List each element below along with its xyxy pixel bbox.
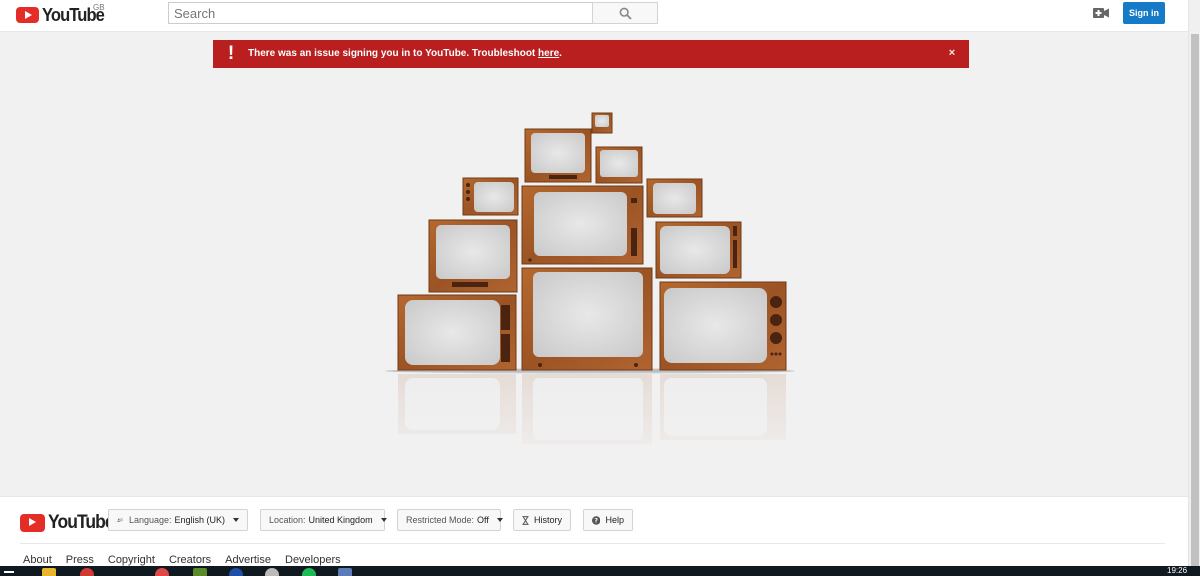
app-icon[interactable] bbox=[265, 568, 279, 576]
history-label: History bbox=[533, 515, 562, 525]
tv-left-small bbox=[462, 177, 519, 216]
location-label: Location: bbox=[269, 515, 306, 525]
tv-right-small bbox=[646, 178, 703, 218]
language-icon: ? bbox=[117, 518, 123, 522]
footer-link-advertise[interactable]: Advertise bbox=[225, 554, 271, 566]
play-icon bbox=[20, 514, 45, 532]
language-label: Language: bbox=[128, 515, 172, 525]
footer-divider bbox=[20, 543, 1165, 544]
language-picker[interactable]: ? Language: English (UK) bbox=[108, 509, 248, 531]
app-icon[interactable] bbox=[338, 568, 352, 576]
help-label: Help bbox=[605, 515, 624, 525]
footer-logo-text: YouTube bbox=[48, 512, 115, 533]
chrome-icon[interactable] bbox=[80, 568, 94, 576]
alert-message: There was an issue signing you in to You… bbox=[248, 48, 562, 59]
svg-text:?: ? bbox=[594, 517, 598, 524]
footer-youtube-logo[interactable]: YouTube bbox=[20, 512, 119, 534]
footer-link-press[interactable]: Press bbox=[66, 554, 94, 566]
restricted-mode-picker[interactable]: Restricted Mode: Off bbox=[397, 509, 503, 531]
alert-message-start: There was an issue signing you in to You… bbox=[248, 48, 539, 59]
search-button[interactable] bbox=[592, 2, 658, 24]
footer-links: About Press Copyright Creators Advertise… bbox=[23, 554, 355, 566]
masthead: YouTube GB Sign in bbox=[0, 0, 1188, 32]
svg-text:?: ? bbox=[121, 519, 122, 521]
close-icon[interactable]: × bbox=[946, 47, 958, 59]
location-value: United Kingdom bbox=[308, 515, 373, 525]
folder-icon[interactable] bbox=[42, 568, 56, 576]
history-button[interactable]: History bbox=[513, 509, 571, 531]
app-icon[interactable] bbox=[193, 568, 207, 576]
spotify-icon[interactable] bbox=[302, 568, 316, 576]
footer-link-about[interactable]: About bbox=[23, 554, 52, 566]
play-icon bbox=[16, 7, 39, 23]
footer-link-copyright[interactable]: Copyright bbox=[108, 554, 155, 566]
chevron-down-icon bbox=[496, 518, 503, 522]
region-code: GB bbox=[93, 3, 105, 12]
chevron-down-icon bbox=[380, 518, 387, 522]
restricted-mode-label: Restricted Mode: bbox=[406, 515, 475, 525]
chevron-down-icon bbox=[233, 518, 239, 522]
stacked-televisions-illustration bbox=[380, 112, 800, 470]
help-button[interactable]: ? Help bbox=[583, 509, 633, 531]
footer-link-developers[interactable]: Developers bbox=[285, 554, 341, 566]
tv-top-left bbox=[524, 128, 592, 183]
app-icon[interactable] bbox=[229, 568, 243, 576]
page-scrollbar[interactable] bbox=[1188, 0, 1200, 566]
windows-start-icon[interactable] bbox=[4, 571, 14, 573]
taskbar-clock: 19:26 bbox=[1167, 566, 1188, 575]
tv-left-middle bbox=[428, 219, 518, 293]
alert-message-end: . bbox=[559, 48, 562, 59]
help-icon: ? bbox=[592, 515, 601, 525]
search-input[interactable] bbox=[168, 2, 593, 24]
tv-center-middle bbox=[521, 185, 644, 265]
tv-tiny-top bbox=[591, 112, 613, 134]
search-icon bbox=[619, 7, 632, 20]
location-picker[interactable]: Location: United Kingdom bbox=[260, 509, 387, 531]
tv-bottom-left bbox=[397, 294, 517, 371]
tv-bottom-right bbox=[659, 281, 787, 371]
troubleshoot-link[interactable]: here bbox=[538, 48, 559, 59]
hourglass-icon bbox=[522, 515, 529, 525]
language-value: English (UK) bbox=[174, 515, 225, 525]
upload-video-icon[interactable] bbox=[1093, 7, 1109, 19]
signin-error-alert: ! There was an issue signing you in to Y… bbox=[213, 40, 969, 68]
app-icon[interactable] bbox=[155, 568, 169, 576]
page-footer: YouTube ? Language: English (UK) Locatio… bbox=[0, 496, 1188, 566]
sign-in-button[interactable]: Sign in bbox=[1123, 2, 1165, 24]
tv-top-right bbox=[595, 146, 643, 184]
scroll-thumb[interactable] bbox=[1191, 34, 1199, 566]
tv-right-middle bbox=[655, 221, 742, 279]
exclamation-icon: ! bbox=[227, 43, 235, 64]
os-taskbar: 19:26 bbox=[0, 566, 1200, 576]
footer-link-creators[interactable]: Creators bbox=[169, 554, 211, 566]
tv-bottom-center bbox=[521, 267, 653, 371]
restricted-mode-value: Off bbox=[477, 515, 489, 525]
